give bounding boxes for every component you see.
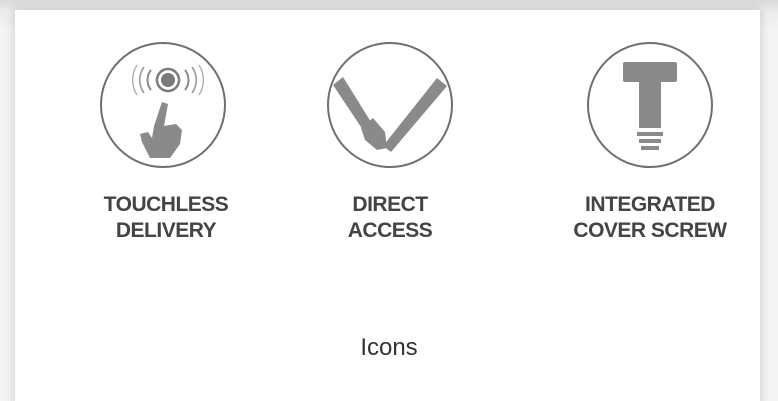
feature-label-line2: COVER SCREW (573, 219, 727, 242)
feature-label: TOUCHLESS DELIVERY (66, 192, 266, 244)
feature-label-line1: DIRECT (352, 193, 428, 216)
feature-label-line2: ACCESS (347, 219, 433, 242)
direct-access-checkmark-icon (325, 40, 455, 170)
feature-label-line1: TOUCHLESS (103, 193, 229, 216)
feature-label-line2: DELIVERY (115, 219, 217, 242)
feature-label: DIRECT ACCESS (290, 192, 490, 244)
frame: TOUCHLESS DELIVERY DIRECT ACCESS INTEGRA… (0, 0, 778, 401)
touchless-hand-icon (98, 40, 228, 170)
caption: Icons (360, 334, 418, 361)
feature-label-line1: INTEGRATED (585, 193, 715, 216)
cover-screw-icon (585, 40, 715, 170)
feature-label: INTEGRATED COVER SCREW (550, 192, 750, 244)
